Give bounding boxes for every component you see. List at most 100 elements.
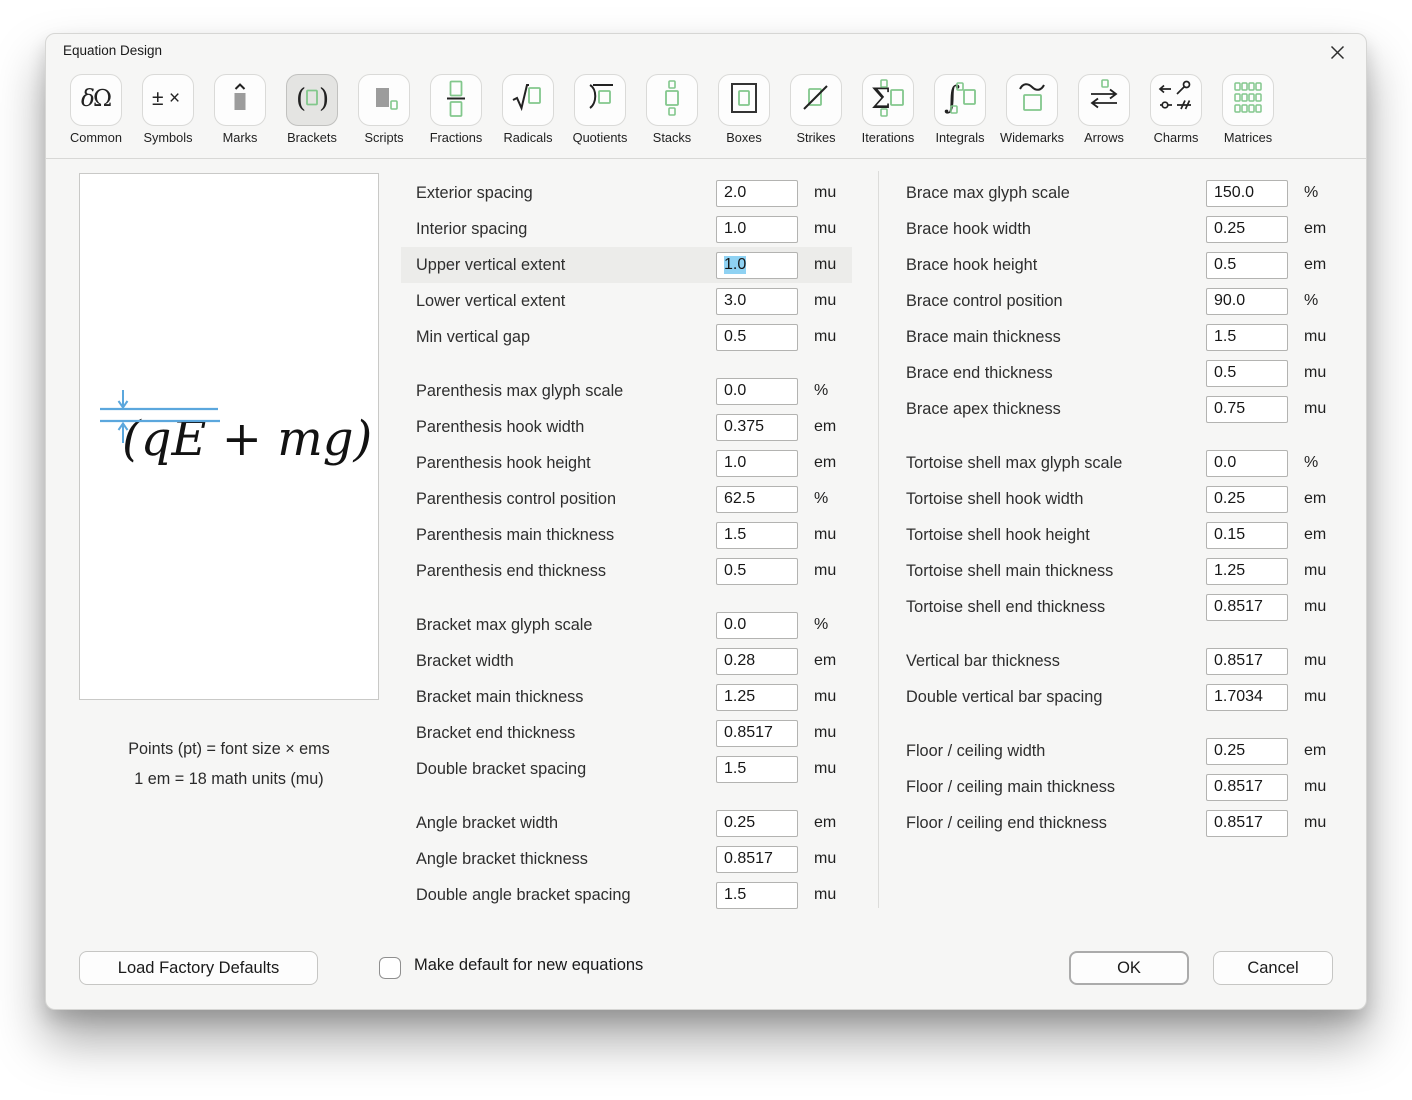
parenthesis-control-position-input[interactable]: 62.5 — [716, 486, 798, 513]
toolbar-item-quotients[interactable]: Quotients — [564, 74, 636, 145]
unit-label: mu — [1304, 364, 1326, 382]
field-label-vertical-bar-thickness: Vertical bar thickness — [906, 652, 1206, 671]
toolbar-button-boxes[interactable] — [718, 74, 770, 126]
toolbar-button-brackets[interactable]: () — [286, 74, 338, 126]
floor-ceiling-end-thickness-input[interactable]: 0.8517 — [1206, 810, 1288, 837]
brace-hook-height-input[interactable]: 0.5 — [1206, 252, 1288, 279]
toolbar-item-radicals[interactable]: Radicals — [492, 74, 564, 145]
unit-label: em — [1304, 526, 1326, 544]
cancel-button[interactable]: Cancel — [1213, 951, 1333, 985]
parenthesis-main-thickness-input[interactable]: 1.5 — [716, 522, 798, 549]
toolbar-item-widemarks[interactable]: Widemarks — [996, 74, 1068, 145]
angle-bracket-thickness-input[interactable]: 0.8517 — [716, 846, 798, 873]
parenthesis-max-glyph-scale-input[interactable]: 0.0 — [716, 378, 798, 405]
field-row-tortoise-shell-main-thickness: Tortoise shell main thickness1.25mu — [891, 553, 1342, 589]
toolbar-button-marks[interactable] — [214, 74, 266, 126]
field-label-parenthesis-main-thickness: Parenthesis main thickness — [416, 526, 716, 545]
toolbar-item-marks[interactable]: Marks — [204, 74, 276, 145]
double-angle-bracket-spacing-input[interactable]: 1.5 — [716, 882, 798, 909]
toolbar-item-iterations[interactable]: ΣIterations — [852, 74, 924, 145]
parenthesis-hook-height-input[interactable]: 1.0 — [716, 450, 798, 477]
toolbar-button-arrows[interactable] — [1078, 74, 1130, 126]
brace-end-thickness-input[interactable]: 0.5 — [1206, 360, 1288, 387]
tortoise-shell-hook-width-input[interactable]: 0.25 — [1206, 486, 1288, 513]
field-label-angle-bracket-width: Angle bracket width — [416, 814, 716, 833]
make-default-checkbox[interactable] — [379, 957, 401, 979]
toolbar-button-strikes[interactable] — [790, 74, 842, 126]
brace-main-thickness-input[interactable]: 1.5 — [1206, 324, 1288, 351]
field-row-min-vertical-gap: Min vertical gap0.5mu — [401, 319, 852, 355]
toolbar-item-arrows[interactable]: Arrows — [1068, 74, 1140, 145]
brace-hook-width-input[interactable]: 0.25 — [1206, 216, 1288, 243]
toolbar-item-matrices[interactable]: Matrices — [1212, 74, 1284, 145]
min-vertical-gap-input[interactable]: 0.5 — [716, 324, 798, 351]
toolbar-item-stacks[interactable]: Stacks — [636, 74, 708, 145]
toolbar-button-integrals[interactable]: ∫ — [934, 74, 986, 126]
bracket-end-thickness-input[interactable]: 0.8517 — [716, 720, 798, 747]
bracket-main-thickness-input[interactable]: 1.25 — [716, 684, 798, 711]
double-vertical-bar-spacing-input[interactable]: 1.7034 — [1206, 684, 1288, 711]
toolbar-item-strikes[interactable]: Strikes — [780, 74, 852, 145]
toolbar-item-boxes[interactable]: Boxes — [708, 74, 780, 145]
toolbar-button-matrices[interactable] — [1222, 74, 1274, 126]
toolbar-item-common[interactable]: δΩCommon — [60, 74, 132, 145]
bracket-width-input[interactable]: 0.28 — [716, 648, 798, 675]
equation-design-dialog: Equation Design δΩCommon±×SymbolsMarks()… — [45, 33, 1367, 1010]
toolbar-item-scripts[interactable]: Scripts — [348, 74, 420, 145]
matrix-icon — [1228, 78, 1268, 123]
toolbar-button-scripts[interactable] — [358, 74, 410, 126]
field-row-upper-vertical-extent: Upper vertical extent1.0mu — [401, 247, 852, 283]
toolbar-item-integrals[interactable]: ∫Integrals — [924, 74, 996, 145]
toolbar-item-fractions[interactable]: Fractions — [420, 74, 492, 145]
toolbar-item-brackets[interactable]: ()Brackets — [276, 74, 348, 145]
field-group: Exterior spacing2.0muInterior spacing1.0… — [401, 175, 852, 355]
close-button[interactable] — [1322, 40, 1352, 70]
toolbar-button-widemarks[interactable] — [1006, 74, 1058, 126]
toolbar-button-quotients[interactable] — [574, 74, 626, 126]
brace-apex-thickness-input[interactable]: 0.75 — [1206, 396, 1288, 423]
lower-vertical-extent-input[interactable]: 3.0 — [716, 288, 798, 315]
tortoise-shell-max-glyph-scale-input[interactable]: 0.0 — [1206, 450, 1288, 477]
bracket-max-glyph-scale-input[interactable]: 0.0 — [716, 612, 798, 639]
unit-label: mu — [814, 526, 836, 544]
parenthesis-end-thickness-input[interactable]: 0.5 — [716, 558, 798, 585]
toolbar-button-fractions[interactable] — [430, 74, 482, 126]
tortoise-shell-main-thickness-input[interactable]: 1.25 — [1206, 558, 1288, 585]
double-bracket-spacing-input[interactable]: 1.5 — [716, 756, 798, 783]
fields-column-right: Brace max glyph scale150.0%Brace hook wi… — [891, 175, 1342, 859]
toolbar-button-symbols[interactable]: ±× — [142, 74, 194, 126]
unit-label: % — [1304, 184, 1318, 202]
interior-spacing-input[interactable]: 1.0 — [716, 216, 798, 243]
unit-label: mu — [1304, 814, 1326, 832]
brace-control-position-input[interactable]: 90.0 — [1206, 288, 1288, 315]
toolbar-button-stacks[interactable] — [646, 74, 698, 126]
exterior-spacing-input[interactable]: 2.0 — [716, 180, 798, 207]
field-group: Parenthesis max glyph scale0.0%Parenthes… — [401, 373, 852, 589]
toolbar-item-charms[interactable]: Charms — [1140, 74, 1212, 145]
toolbar-button-radicals[interactable] — [502, 74, 554, 126]
toolbar-button-iterations[interactable]: Σ — [862, 74, 914, 126]
field-row-bracket-width: Bracket width0.28em — [401, 643, 852, 679]
field-label-brace-hook-height: Brace hook height — [906, 256, 1206, 275]
vertical-bar-thickness-input[interactable]: 0.8517 — [1206, 648, 1288, 675]
subscript-icon — [364, 78, 404, 123]
toolbar-button-common[interactable]: δΩ — [70, 74, 122, 126]
brace-max-glyph-scale-input[interactable]: 150.0 — [1206, 180, 1288, 207]
floor-ceiling-width-input[interactable]: 0.25 — [1206, 738, 1288, 765]
parenthesis-hook-width-input[interactable]: 0.375 — [716, 414, 798, 441]
field-row-brace-control-position: Brace control position90.0% — [891, 283, 1342, 319]
field-row-brace-apex-thickness: Brace apex thickness0.75mu — [891, 391, 1342, 427]
equation-preview-panel: (qE + mg) — [79, 173, 379, 700]
toolbar-label-fractions: Fractions — [430, 130, 483, 145]
upper-vertical-extent-input[interactable]: 1.0 — [716, 252, 798, 279]
load-factory-defaults-button[interactable]: Load Factory Defaults — [79, 951, 318, 985]
tortoise-shell-hook-height-input[interactable]: 0.15 — [1206, 522, 1288, 549]
floor-ceiling-main-thickness-input[interactable]: 0.8517 — [1206, 774, 1288, 801]
toolbar-button-charms[interactable] — [1150, 74, 1202, 126]
angle-bracket-width-input[interactable]: 0.25 — [716, 810, 798, 837]
ok-button[interactable]: OK — [1069, 951, 1189, 985]
toolbar-item-symbols[interactable]: ±×Symbols — [132, 74, 204, 145]
unit-label: mu — [814, 724, 836, 742]
plus-times-icon: ±× — [148, 78, 188, 123]
tortoise-shell-end-thickness-input[interactable]: 0.8517 — [1206, 594, 1288, 621]
